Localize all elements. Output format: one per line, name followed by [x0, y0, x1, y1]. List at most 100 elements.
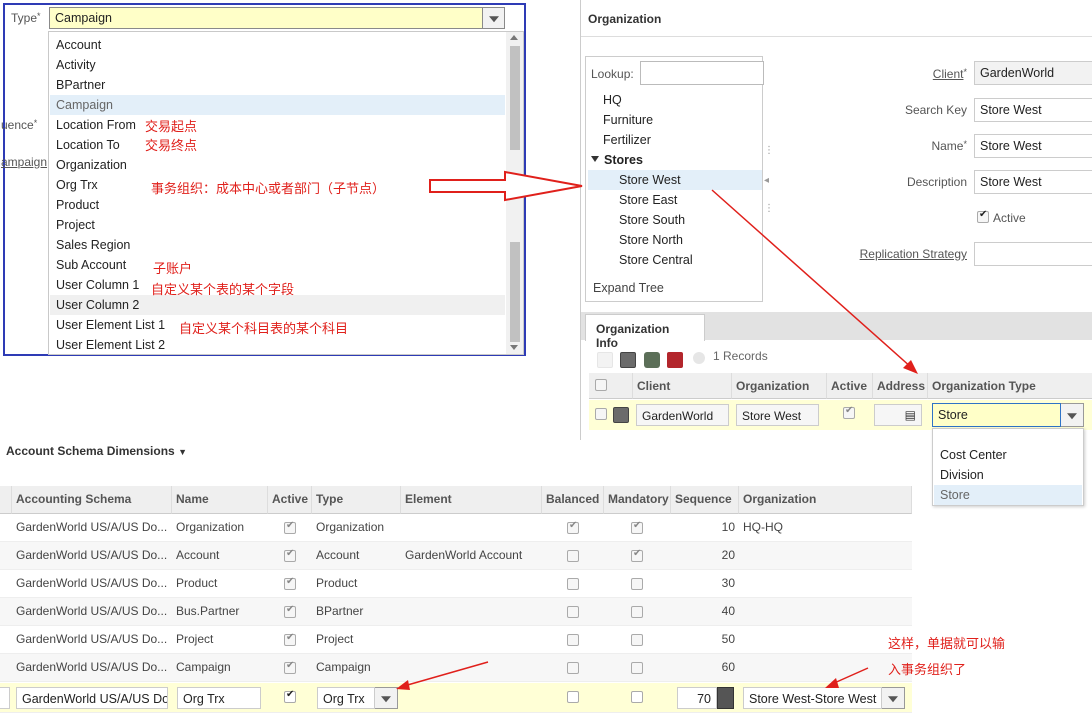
table-row[interactable]: GardenWorld US/A/US Do... Bus.Partner BP…	[0, 598, 912, 626]
header-element[interactable]: Element	[401, 486, 542, 514]
table-row[interactable]: GardenWorld US/A/US Do... Account Accoun…	[0, 542, 912, 570]
type-option[interactable]: Sales Region	[50, 235, 505, 255]
type-option-selected[interactable]: Campaign	[50, 95, 505, 115]
client-label[interactable]: Client*	[933, 67, 967, 81]
header-accounting-schema[interactable]: Accounting Schema	[12, 486, 172, 514]
type-option[interactable]: Project	[50, 215, 505, 235]
header-name[interactable]: Name	[172, 486, 268, 514]
type-list-scrollbar[interactable]	[506, 32, 523, 354]
type-option[interactable]: Sub Account	[50, 255, 505, 275]
splitter-grip-icon[interactable]: ⋮	[764, 203, 776, 214]
row-handle[interactable]	[0, 687, 10, 709]
tree-node[interactable]: HQ	[603, 90, 622, 110]
header-type[interactable]: Type	[312, 486, 401, 514]
scrollbar-thumb[interactable]	[510, 46, 520, 150]
mandatory-checkbox[interactable]	[631, 691, 643, 703]
edit-record-icon[interactable]	[620, 352, 636, 368]
cell-active-checkbox[interactable]	[284, 576, 296, 590]
type-option[interactable]: Location To	[50, 135, 505, 155]
search-key-field[interactable]: Store West	[974, 98, 1092, 122]
table-row[interactable]: GardenWorld US/A/US Do... Product Produc…	[0, 570, 912, 598]
new-record-icon[interactable]	[597, 352, 613, 368]
sequence-input[interactable]: 70	[677, 687, 717, 709]
header-sequence[interactable]: Sequence	[671, 486, 739, 514]
cell-balanced-checkbox[interactable]	[567, 520, 579, 534]
type-option[interactable]: Activity	[50, 55, 505, 75]
header-organization[interactable]: Organization	[739, 486, 912, 514]
replication-strategy-label[interactable]: Replication Strategy	[860, 247, 967, 261]
scroll-up-icon[interactable]	[510, 35, 518, 40]
client-field[interactable]: GardenWorld	[974, 61, 1092, 85]
type-option[interactable]: User Element List 2	[50, 335, 505, 355]
scroll-down-icon[interactable]	[510, 345, 518, 350]
client-cell[interactable]: GardenWorld	[636, 404, 729, 426]
description-field[interactable]: Store West	[974, 170, 1092, 194]
organization-select[interactable]: Store West-Store West	[743, 687, 882, 709]
name-field[interactable]: Store West	[974, 134, 1092, 158]
expand-tree-link[interactable]: Expand Tree	[593, 278, 664, 298]
organization-type-dropdown-button[interactable]	[1061, 403, 1084, 427]
schema-input[interactable]: GardenWorld US/A/US Do	[16, 687, 168, 709]
splitter-grip-icon[interactable]: ⋮	[764, 145, 776, 156]
cell-balanced-checkbox[interactable]	[567, 662, 579, 674]
cell-active-checkbox[interactable]	[284, 632, 296, 646]
organization-dropdown-button[interactable]	[882, 687, 905, 709]
grid-header-organization-type[interactable]: Organization Type	[928, 373, 1092, 399]
active-cell-checkbox[interactable]	[843, 405, 855, 419]
cell-mandatory-checkbox[interactable]	[631, 634, 643, 646]
tree-node-stores[interactable]: Stores	[604, 150, 643, 170]
tree-node[interactable]: Furniture	[603, 110, 653, 130]
cell-mandatory-checkbox[interactable]	[631, 548, 643, 562]
balanced-checkbox[interactable]	[567, 691, 579, 703]
tree-node[interactable]: Store East	[619, 190, 677, 210]
name-input[interactable]: Org Trx	[177, 687, 261, 709]
tree-node-selected[interactable]: Store West	[588, 170, 762, 190]
cell-mandatory-checkbox[interactable]	[631, 520, 643, 534]
tree-expanded-icon[interactable]	[591, 156, 599, 162]
header-mandatory[interactable]: Mandatory	[604, 486, 671, 514]
cell-active-checkbox[interactable]	[284, 660, 296, 674]
delete-record-icon[interactable]	[644, 352, 660, 368]
refresh-icon[interactable]	[693, 352, 705, 364]
grid-header-active[interactable]: Active	[827, 373, 873, 399]
collapse-left-icon[interactable]: ◂	[764, 175, 776, 186]
cell-balanced-checkbox[interactable]	[567, 578, 579, 590]
header-active[interactable]: Active	[268, 486, 312, 514]
table-row-edit[interactable]: GardenWorld US/A/US Do Org Trx Org Trx 7…	[0, 683, 912, 713]
cell-active-checkbox[interactable]	[284, 520, 296, 534]
scrollbar-thumb[interactable]	[510, 242, 520, 342]
save-icon[interactable]	[667, 352, 683, 368]
cell-mandatory-checkbox[interactable]	[631, 606, 643, 618]
table-row[interactable]: GardenWorld US/A/US Do... Organization O…	[0, 514, 912, 542]
org-type-option-selected[interactable]: Store	[934, 485, 1082, 505]
lookup-input[interactable]	[640, 61, 764, 85]
grid-header-organization[interactable]: Organization	[732, 373, 827, 399]
select-all-checkbox[interactable]	[595, 379, 607, 391]
type-dropdown-button[interactable]	[375, 687, 398, 709]
type-option[interactable]: Account	[50, 35, 505, 55]
replication-strategy-field[interactable]	[974, 242, 1092, 266]
organization-type-select[interactable]: Store	[932, 403, 1061, 427]
org-type-option[interactable]: Cost Center	[934, 445, 1082, 465]
tree-node[interactable]: Store South	[619, 210, 685, 230]
organization-cell[interactable]: Store West	[736, 404, 819, 426]
cell-balanced-checkbox[interactable]	[567, 606, 579, 618]
type-option[interactable]: BPartner	[50, 75, 505, 95]
cell-mandatory-checkbox[interactable]	[631, 578, 643, 590]
grid-header-address[interactable]: Address	[873, 373, 928, 399]
type-select[interactable]: Campaign	[49, 7, 483, 29]
calculator-icon[interactable]	[717, 687, 734, 709]
cell-active-checkbox[interactable]	[284, 548, 296, 562]
campaign-link[interactable]: ampaign	[1, 155, 47, 169]
header-balanced[interactable]: Balanced	[542, 486, 604, 514]
type-option[interactable]: Product	[50, 195, 505, 215]
cell-balanced-checkbox[interactable]	[567, 550, 579, 562]
cell-active-checkbox[interactable]	[284, 604, 296, 618]
tree-node[interactable]: Fertilizer	[603, 130, 651, 150]
tree-node[interactable]: Store North	[619, 230, 683, 250]
type-option[interactable]: User Column 2	[50, 295, 505, 315]
grid-header-client[interactable]: Client	[633, 373, 732, 399]
type-dropdown-button[interactable]	[483, 7, 505, 29]
table-row[interactable]: GardenWorld US/A/US Do... Project Projec…	[0, 626, 912, 654]
org-type-option[interactable]: Division	[934, 465, 1082, 485]
